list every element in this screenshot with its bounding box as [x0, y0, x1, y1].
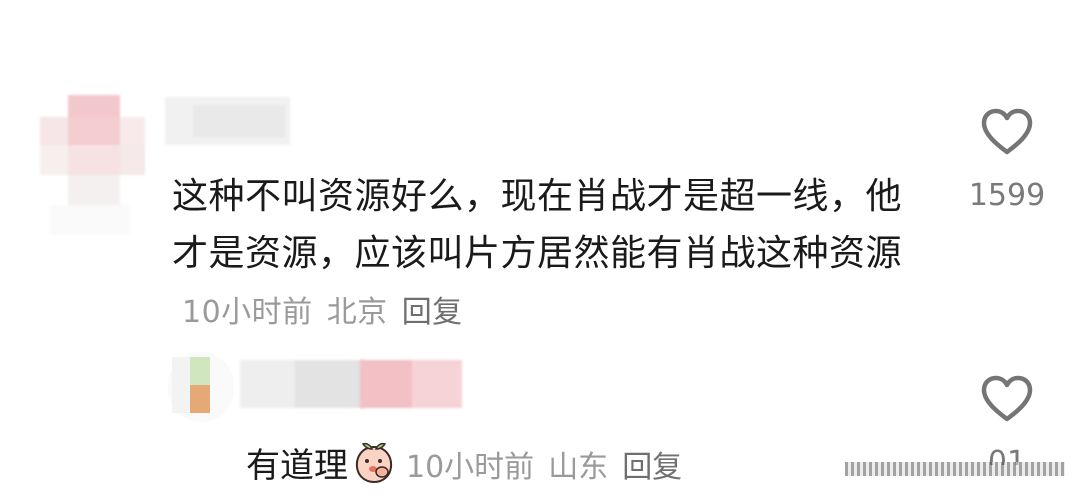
reply-button[interactable]: 回复 [402, 295, 463, 330]
comment-body: 这种不叫资源好么，现在肖战才是超一线，他才是资源，应该叫片方居然能有肖战这种资源… [172, 168, 912, 341]
sub-reply-text: 有道理 [246, 446, 348, 486]
commenter-avatar[interactable] [40, 95, 145, 245]
heart-icon[interactable] [968, 108, 1046, 156]
comment-meta: 10小时前 北京 回复 [182, 295, 477, 330]
comment-time: 10小时前 [182, 295, 313, 330]
sub-reply-time: 10小时前 [406, 450, 535, 485]
sub-reply-meta: 10小时前 山东 回复 [406, 450, 696, 485]
heart-icon[interactable] [968, 375, 1046, 423]
comment-like: 1599 [968, 108, 1046, 213]
watermark-overlay [845, 462, 1065, 476]
sub-reply-body: 有道理 10小时前 山东 回复 [246, 438, 696, 487]
replier-avatar[interactable] [168, 352, 234, 422]
sub-reply-button[interactable]: 回复 [622, 450, 682, 485]
comment-location: 北京 [326, 295, 388, 330]
like-count: 1599 [968, 178, 1046, 213]
peach-emoji-icon [352, 441, 396, 485]
sub-reply-like: 01 [968, 375, 1046, 465]
comment-text: 这种不叫资源好么，现在肖战才是超一线，他才是资源，应该叫片方居然能有肖战这种资源 [172, 176, 903, 274]
replier-name-blurred[interactable] [240, 360, 365, 408]
sub-reply-location: 山东 [548, 450, 609, 485]
replier-badge-blurred [360, 360, 462, 408]
commenter-name-blurred[interactable] [165, 97, 290, 145]
